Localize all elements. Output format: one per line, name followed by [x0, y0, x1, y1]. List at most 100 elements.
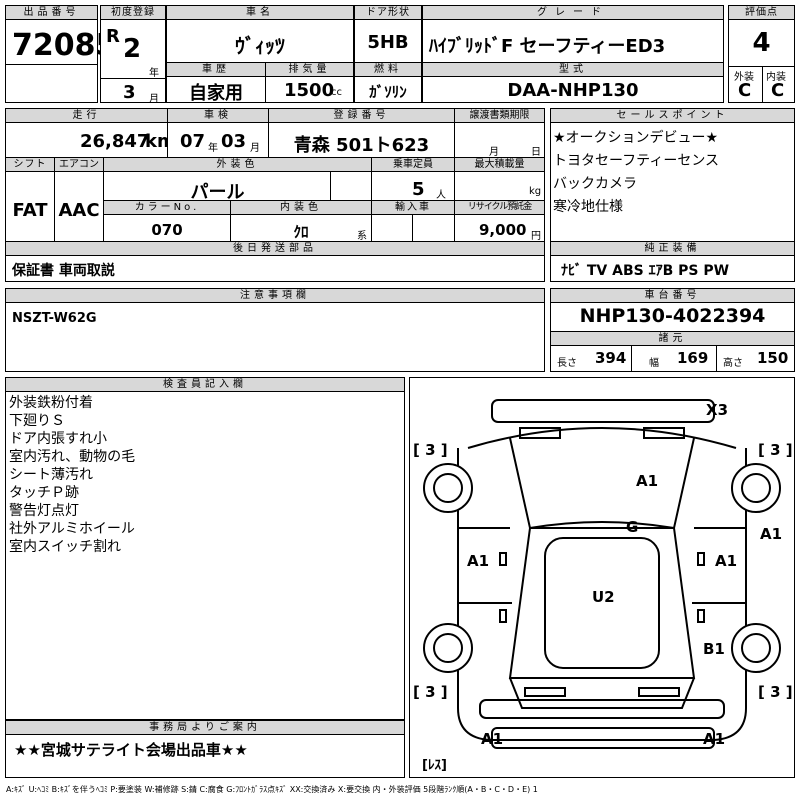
- notes-cell: 注意事項欄 NSZT-W62G: [5, 288, 545, 372]
- color-number-cell: カラーNo. 070: [103, 200, 231, 242]
- length-label: 長さ: [557, 358, 577, 369]
- displacement: 1500: [284, 80, 335, 101]
- grade: ﾊｲﾌﾞﾘｯﾄﾞF セーフティーED3: [429, 36, 666, 57]
- score-cell: 評価点 4 外装 内装 C C: [728, 5, 795, 103]
- import-label: 輸入車: [372, 201, 454, 215]
- inspector-note: 室内スイッチ割れ: [9, 539, 121, 555]
- interior-color-cell: 内装色 ｸﾛ 系: [230, 200, 372, 242]
- inspector-note: 外装鉄粉付着: [9, 395, 93, 411]
- door-type: 5HB: [367, 32, 409, 53]
- fuel: ｶﾞｿﾘﾝ: [369, 83, 407, 101]
- notes-label: 注意事項欄: [6, 289, 544, 303]
- length: 394: [595, 349, 627, 367]
- tyre-rear-left: [ 3 ]: [413, 683, 448, 701]
- door-label: ドア形状: [355, 6, 421, 20]
- mileage-label: 走行: [6, 109, 167, 123]
- damage-left-door: A1: [467, 552, 490, 570]
- tyre-rear-right: [ 3 ]: [758, 683, 793, 701]
- later-parts: 保証書 車両取説: [12, 263, 115, 279]
- transfer-day-unit: 日: [531, 147, 541, 158]
- width: 169: [677, 349, 709, 367]
- interior-grade: C: [771, 80, 785, 101]
- sales-points-label: セールスポイント: [551, 109, 794, 123]
- sales-point: トヨタセーフティーセンス: [553, 153, 720, 169]
- door-cell: ドア形状 5HB: [354, 5, 422, 63]
- inspection-year: 07: [180, 131, 206, 152]
- max-load-cell: 最大積載量 kg: [454, 157, 545, 201]
- recycle-amount: 9,000: [479, 221, 527, 239]
- displacement-label: 排気量: [266, 63, 353, 77]
- sales-point: バックカメラ: [553, 176, 637, 192]
- inspection-month-unit: 月: [250, 143, 260, 154]
- chassis-cell: 車台番号 NHP130-4022394 諸元 長さ 394 幅 169 高さ 1…: [550, 288, 795, 372]
- shift: FAT: [12, 200, 48, 221]
- interior-color-label: 内装色: [231, 201, 371, 215]
- registration: 青森 501ト623: [293, 135, 430, 156]
- aircon-label: エアコン: [55, 158, 103, 172]
- capacity-cell: 乗車定員 5 人: [371, 157, 455, 201]
- exterior-grade: C: [738, 80, 752, 101]
- damage-hood: A1: [636, 472, 659, 490]
- interior-color-unit: 系: [357, 231, 367, 242]
- car-outline: [423, 399, 781, 749]
- fuel-cell: 燃料 ｶﾞｿﾘﾝ: [354, 62, 422, 103]
- recycle-label: リサイクル預託金: [455, 201, 544, 215]
- color-number-label: カラーNo.: [104, 201, 230, 215]
- sales-points-cell: セールスポイント ★オークションデビュー★ トヨタセーフティーセンス バックカメ…: [550, 108, 795, 242]
- later-parts-cell: 後日発送部品 保証書 車両取説: [5, 241, 545, 282]
- later-parts-label: 後日発送部品: [6, 242, 544, 256]
- notes: NSZT-W62G: [12, 311, 97, 326]
- inspector-label: 検査員記入欄: [6, 378, 404, 392]
- score: 4: [752, 28, 771, 58]
- sales-point: 寒冷地仕様: [553, 199, 623, 215]
- month-unit: 月: [149, 94, 159, 105]
- office-message: ★★宮城サテライト会場出品車★★: [14, 741, 248, 759]
- inspector-note: ドア内張すれ小: [9, 431, 107, 447]
- capacity-label: 乗車定員: [372, 158, 454, 172]
- history-cell: 車歴 自家用: [166, 62, 266, 104]
- color-label: 外装色: [104, 158, 371, 172]
- damage-diagram: [ 3 ] [ 3 ] [ 3 ] [ 3 ] X3 A1 G A1 A1 A1…: [409, 377, 795, 778]
- transfer-deadline-label: 譲渡書類期限: [455, 109, 544, 123]
- office-label: 事務局よりご案内: [6, 721, 404, 735]
- sales-point: ★オークションデビュー★: [553, 130, 719, 146]
- model-label: 型式: [423, 63, 723, 77]
- score-label: 評価点: [729, 6, 794, 20]
- damage-right-fender: A1: [760, 525, 783, 543]
- damage-roof: U2: [592, 588, 615, 606]
- grade-cell: グレード ﾊｲﾌﾞﾘｯﾄﾞF セーフティーED3: [422, 5, 724, 63]
- recycle-unit: 円: [531, 231, 541, 242]
- equipment: ﾅﾋﾞ TV ABS ｴｱB PS PW: [561, 263, 730, 279]
- displacement-cell: 排気量 1500 cc: [265, 62, 354, 103]
- width-label: 幅: [649, 358, 659, 369]
- car-name-label: 車名: [167, 6, 353, 20]
- inspection-year-unit: 年: [208, 143, 218, 154]
- damage-windshield: G: [626, 518, 639, 536]
- model-cell: 型式 DAA-NHP130: [422, 62, 724, 103]
- first-registration-label: 初度登録: [101, 6, 165, 20]
- tyre-front-right: [ 3 ]: [758, 441, 793, 459]
- inspection-label: 車検: [168, 109, 268, 123]
- equipment-label: 純正装備: [551, 242, 794, 256]
- recycle-cell: リサイクル預託金 9,000 円: [454, 200, 545, 242]
- capacity-unit: 人: [436, 190, 446, 201]
- year-number: 2: [123, 34, 142, 64]
- displacement-unit: cc: [331, 87, 342, 98]
- equipment-cell: 純正装備 ﾅﾋﾞ TV ABS ｴｱB PS PW: [550, 241, 795, 282]
- inspector-note: 下廻りＳ: [9, 413, 65, 429]
- era: R: [106, 26, 120, 47]
- color-cell: 外装色 パール: [103, 157, 372, 203]
- car-name-cell: 車名 ｳﾞｨｯﾂ: [166, 5, 354, 63]
- aircon: AAC: [58, 200, 100, 221]
- color-number: 070: [151, 221, 183, 239]
- max-load-unit: kg: [529, 186, 542, 197]
- lot-number-cell: 出品番号 72085: [5, 5, 116, 103]
- legend: A:ｷｽﾞ U:ﾍｺﾐ B:ｷｽﾞを伴うﾍｺﾐ P:要塗装 W:補修跡 S:錆 …: [6, 785, 538, 794]
- inspection-month: 03: [221, 131, 247, 152]
- car-name: ｳﾞｨｯﾂ: [235, 34, 285, 58]
- month-number: 3: [123, 82, 136, 103]
- history: 自家用: [189, 83, 243, 104]
- chassis-label: 車台番号: [551, 289, 794, 303]
- remarks-box: [ﾚｽ]: [422, 758, 447, 773]
- damage-rear-left-bumper: A1: [481, 730, 504, 748]
